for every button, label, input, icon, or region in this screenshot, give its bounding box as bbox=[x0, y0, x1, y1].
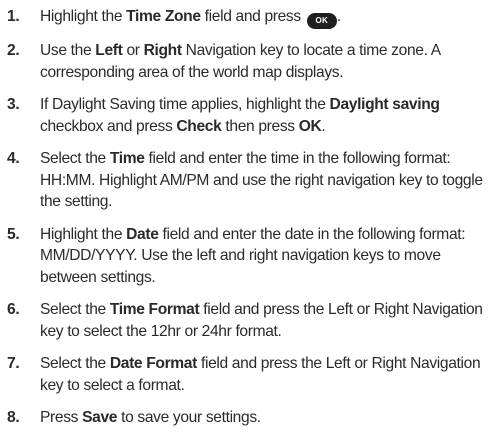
steps-list: 1. Highlight the Time Zone field and pres… bbox=[0, 6, 493, 429]
step-4: 4. Select the Time field and enter the ti… bbox=[0, 148, 493, 213]
bold-term: OK bbox=[298, 117, 322, 135]
bold-term: Left bbox=[95, 42, 123, 59]
step-6: 6. Select the Time Format field and press… bbox=[0, 299, 493, 342]
step-text: Highlight the bbox=[40, 8, 127, 25]
bold-term: Check bbox=[176, 117, 222, 135]
bold-term: Date bbox=[126, 225, 159, 243]
instructions-document: 1. Highlight the Time Zone field and pres… bbox=[0, 0, 501, 448]
step-1: 1. Highlight the Time Zone field and pres… bbox=[0, 6, 493, 29]
step-text: checkbox and press bbox=[40, 117, 177, 135]
step-text: Select the bbox=[40, 150, 110, 167]
bold-term: Time Zone bbox=[126, 8, 201, 25]
step-text: Select the bbox=[40, 355, 110, 372]
step-number: 2. bbox=[7, 42, 20, 59]
step-number: 1. bbox=[7, 8, 20, 25]
step-text: Use the bbox=[40, 42, 96, 59]
step-number: 6. bbox=[7, 301, 20, 318]
step-text: or bbox=[122, 42, 144, 59]
step-number: 3. bbox=[7, 96, 20, 113]
step-3: 3. If Daylight Saving time applies, highl… bbox=[0, 94, 493, 137]
step-text: field and press bbox=[200, 8, 305, 25]
step-text: Highlight the bbox=[40, 225, 127, 243]
step-7: 7. Select the Date Format field and press… bbox=[0, 353, 493, 396]
step-number: 8. bbox=[7, 409, 20, 426]
step-2: 2. Use the Left or Right Navigation key t… bbox=[0, 40, 493, 83]
ok-key-icon: OK bbox=[306, 13, 337, 29]
step-text: to save your settings. bbox=[117, 409, 261, 426]
step-text: Press bbox=[40, 409, 83, 426]
bold-term: Daylight saving bbox=[329, 96, 440, 113]
bold-term: Time Format bbox=[109, 301, 200, 318]
step-number: 4. bbox=[7, 150, 20, 167]
step-text: If Daylight Saving time applies, highlig… bbox=[40, 96, 330, 113]
step-number: 7. bbox=[7, 355, 20, 372]
step-number: 5. bbox=[7, 225, 20, 243]
step-5: 5. Highlight the Date field and enter the… bbox=[0, 224, 493, 289]
step-text: Select the bbox=[40, 301, 110, 318]
bold-term: Date Format bbox=[109, 355, 197, 372]
bold-term: Time bbox=[109, 150, 145, 167]
bold-term: Right bbox=[143, 42, 182, 59]
step-text: then press bbox=[221, 117, 299, 135]
step-text: . bbox=[336, 8, 341, 25]
step-text: . bbox=[321, 117, 326, 135]
step-8: 8. Press Save to save your settings. bbox=[0, 407, 493, 429]
bold-term: Save bbox=[82, 409, 118, 426]
